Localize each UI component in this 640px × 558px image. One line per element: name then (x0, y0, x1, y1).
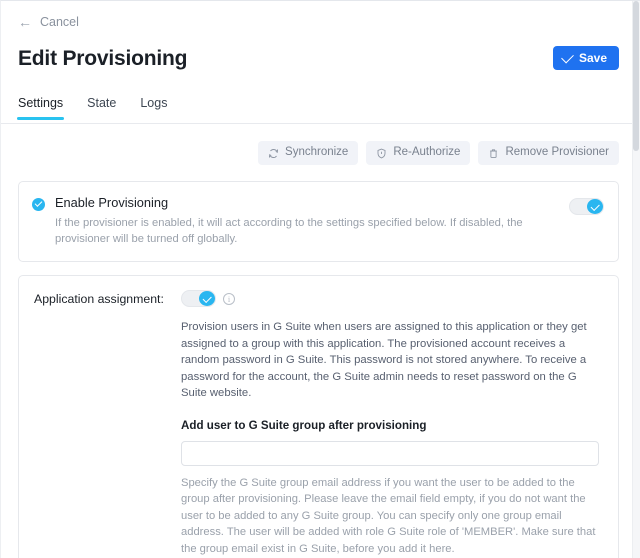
page-scrollbar[interactable] (632, 1, 640, 558)
cancel-label: Cancel (40, 14, 79, 29)
tab-state[interactable]: State (87, 97, 116, 119)
cancel-row: ← Cancel (18, 1, 619, 35)
toggle-knob (199, 291, 215, 306)
application-assignment-label: Application assignment: (34, 292, 164, 306)
tab-settings[interactable]: Settings (16, 97, 65, 119)
provisioning-settings-card: Application assignment: i Provision user… (18, 275, 619, 558)
arrow-left-icon: ← (18, 14, 32, 30)
page-content: ← Cancel Edit Provisioning Save Settings… (1, 1, 633, 558)
page-title: Edit Provisioning (18, 47, 188, 70)
synchronize-button[interactable]: Synchronize (258, 141, 359, 165)
provisioning-page: ← Cancel Edit Provisioning Save Settings… (0, 0, 640, 558)
trash-icon (488, 148, 499, 159)
check-icon (561, 50, 574, 63)
tab-bar: Settings State Logs (1, 97, 633, 124)
shield-icon (376, 148, 387, 159)
application-assignment-description: Provision users in G Suite when users ar… (181, 321, 587, 399)
scrollbar-thumb[interactable] (633, 1, 639, 151)
setting-row-application-assignment: Application assignment: i (34, 276, 604, 308)
g-suite-group-input[interactable] (181, 440, 599, 466)
enable-provisioning-title: Enable Provisioning (55, 195, 169, 210)
remove-provisioner-button[interactable]: Remove Provisioner (478, 141, 619, 165)
enable-provisioning-text: Enable Provisioning If the provisioner i… (55, 195, 559, 247)
enable-provisioning-card: Enable Provisioning If the provisioner i… (18, 181, 619, 262)
re-authorize-label: Re-Authorize (393, 146, 461, 159)
tab-logs[interactable]: Logs (140, 97, 167, 119)
synchronize-label: Synchronize (285, 146, 349, 159)
save-button-label: Save (578, 51, 607, 65)
toggle-knob (587, 199, 603, 214)
save-button[interactable]: Save (552, 46, 619, 70)
cancel-link[interactable]: ← Cancel (18, 15, 79, 29)
info-icon[interactable]: i (223, 292, 235, 305)
check-circle-icon (32, 198, 45, 211)
refresh-icon (268, 148, 279, 159)
application-assignment-body: Provision users in G Suite when users ar… (181, 308, 604, 557)
g-suite-group-help-text: Specify the G Suite group email address … (181, 476, 596, 555)
application-assignment-toggle[interactable] (181, 290, 216, 307)
enable-provisioning-toggle[interactable] (569, 198, 604, 215)
action-button-group: Synchronize Re-Authorize Remove Provisio… (18, 141, 619, 165)
enable-provisioning-description: If the provisioner is enabled, it will a… (55, 217, 523, 245)
application-assignment-control: i (181, 290, 604, 307)
title-row: Edit Provisioning Save (18, 44, 619, 84)
re-authorize-button[interactable]: Re-Authorize (366, 141, 471, 165)
g-suite-group-field-label: Add user to G Suite group after provisio… (181, 418, 427, 432)
remove-provisioner-label: Remove Provisioner (505, 146, 609, 159)
